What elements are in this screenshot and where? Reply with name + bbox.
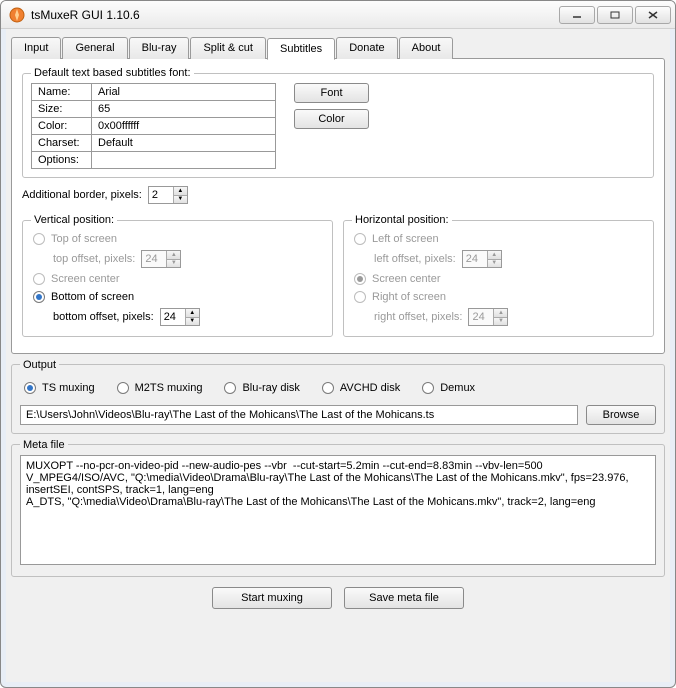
- titlebar: tsMuxeR GUI 1.10.6: [1, 1, 675, 29]
- save-meta-button[interactable]: Save meta file: [344, 587, 464, 609]
- tab-general[interactable]: General: [62, 37, 127, 59]
- vpos-bottom-offset-input[interactable]: [161, 309, 185, 325]
- meta-textarea[interactable]: [20, 455, 656, 565]
- close-button[interactable]: [635, 6, 671, 24]
- spin-up-icon[interactable]: ▲: [185, 309, 199, 317]
- start-muxing-button[interactable]: Start muxing: [212, 587, 332, 609]
- output-bluray-label: Blu-ray disk: [242, 382, 299, 394]
- vpos-top-offset-input: [142, 251, 166, 267]
- spin-down-icon[interactable]: ▼: [173, 195, 187, 204]
- close-icon: [648, 11, 658, 19]
- spin-down-icon[interactable]: ▼: [185, 317, 199, 326]
- hpos-center-radio: [354, 273, 366, 285]
- color-button[interactable]: Color: [294, 109, 369, 129]
- font-size-key: Size:: [32, 101, 92, 118]
- hpos-right-offset-input: [469, 309, 493, 325]
- font-fieldset: Default text based subtitles font: Name:…: [22, 67, 654, 178]
- vertical-position-fieldset: Vertical position: Top of screen top off…: [22, 214, 333, 337]
- output-bluray-radio[interactable]: [224, 382, 236, 394]
- output-ts-label: TS muxing: [42, 382, 95, 394]
- vpos-bottom-offset-label: bottom offset, pixels:: [53, 311, 154, 323]
- tab-bar: Input General Blu-ray Split & cut Subtit…: [11, 37, 665, 59]
- tab-split[interactable]: Split & cut: [190, 37, 266, 59]
- spin-up-icon: ▲: [166, 251, 180, 259]
- additional-border-label: Additional border, pixels:: [22, 189, 142, 201]
- vpos-top-label: Top of screen: [51, 233, 117, 245]
- font-name-key: Name:: [32, 84, 92, 101]
- font-name-val: Arial: [92, 84, 276, 101]
- minimize-button[interactable]: [559, 6, 595, 24]
- browse-button[interactable]: Browse: [586, 405, 656, 425]
- spin-up-icon[interactable]: ▲: [173, 187, 187, 195]
- hpos-right-offset-spin: ▲▼: [468, 308, 508, 326]
- meta-section: Meta file: [11, 444, 665, 577]
- output-legend: Output: [20, 359, 59, 371]
- window-title: tsMuxeR GUI 1.10.6: [31, 8, 559, 22]
- output-avchd-radio[interactable]: [322, 382, 334, 394]
- app-icon: [9, 7, 25, 23]
- output-demux-radio[interactable]: [422, 382, 434, 394]
- vpos-top-offset-spin: ▲▼: [141, 250, 181, 268]
- minimize-icon: [572, 11, 582, 19]
- hpos-right-offset-label: right offset, pixels:: [374, 311, 462, 323]
- maximize-button[interactable]: [597, 6, 633, 24]
- tab-bluray[interactable]: Blu-ray: [129, 37, 190, 59]
- spin-up-icon: ▲: [487, 251, 501, 259]
- output-demux-label: Demux: [440, 382, 475, 394]
- hpos-center-label: Screen center: [372, 273, 440, 285]
- tab-donate[interactable]: Donate: [336, 37, 397, 59]
- vpos-top-radio[interactable]: [33, 233, 45, 245]
- hpos-left-offset-spin: ▲▼: [462, 250, 502, 268]
- maximize-icon: [610, 11, 620, 19]
- vpos-bottom-label: Bottom of screen: [51, 291, 134, 303]
- output-m2ts-label: M2TS muxing: [135, 382, 203, 394]
- output-ts-radio[interactable]: [24, 382, 36, 394]
- font-size-val: 65: [92, 101, 276, 118]
- spin-up-icon: ▲: [493, 309, 507, 317]
- vpos-legend: Vertical position:: [31, 214, 117, 226]
- hpos-left-offset-input: [463, 251, 487, 267]
- spin-down-icon: ▼: [487, 259, 501, 268]
- output-m2ts-radio[interactable]: [117, 382, 129, 394]
- spin-down-icon: ▼: [493, 317, 507, 326]
- output-section: Output TS muxing M2TS muxing Blu-ray dis…: [11, 364, 665, 434]
- vpos-bottom-offset-spin[interactable]: ▲▼: [160, 308, 200, 326]
- horizontal-position-fieldset: Horizontal position: Left of screen left…: [343, 214, 654, 337]
- font-options-val: [92, 152, 276, 169]
- font-charset-val: Default: [92, 135, 276, 152]
- subtitles-panel: Default text based subtitles font: Name:…: [11, 58, 665, 354]
- output-path-input[interactable]: [20, 405, 578, 425]
- vpos-center-label: Screen center: [51, 273, 119, 285]
- additional-border-spin[interactable]: ▲▼: [148, 186, 188, 204]
- vpos-bottom-radio[interactable]: [33, 291, 45, 303]
- hpos-right-radio: [354, 291, 366, 303]
- font-color-key: Color:: [32, 118, 92, 135]
- hpos-legend: Horizontal position:: [352, 214, 452, 226]
- output-avchd-label: AVCHD disk: [340, 382, 400, 394]
- spin-down-icon: ▼: [166, 259, 180, 268]
- font-color-val: 0x00ffffff: [92, 118, 276, 135]
- font-button[interactable]: Font: [294, 83, 369, 103]
- font-fieldset-label: Default text based subtitles font:: [31, 67, 194, 79]
- hpos-left-offset-label: left offset, pixels:: [374, 253, 456, 265]
- font-charset-key: Charset:: [32, 135, 92, 152]
- font-table: Name:Arial Size:65 Color:0x00ffffff Char…: [31, 83, 276, 169]
- additional-border-input[interactable]: [149, 187, 173, 203]
- meta-legend: Meta file: [20, 439, 68, 451]
- hpos-left-label: Left of screen: [372, 233, 439, 245]
- tab-about[interactable]: About: [399, 37, 454, 59]
- font-options-key: Options:: [32, 152, 92, 169]
- hpos-left-radio: [354, 233, 366, 245]
- app-window: tsMuxeR GUI 1.10.6 Input General Blu-ray…: [0, 0, 676, 688]
- vpos-center-radio[interactable]: [33, 273, 45, 285]
- hpos-right-label: Right of screen: [372, 291, 446, 303]
- tab-input[interactable]: Input: [11, 37, 61, 59]
- tab-subtitles[interactable]: Subtitles: [267, 38, 335, 60]
- vpos-top-offset-label: top offset, pixels:: [53, 253, 135, 265]
